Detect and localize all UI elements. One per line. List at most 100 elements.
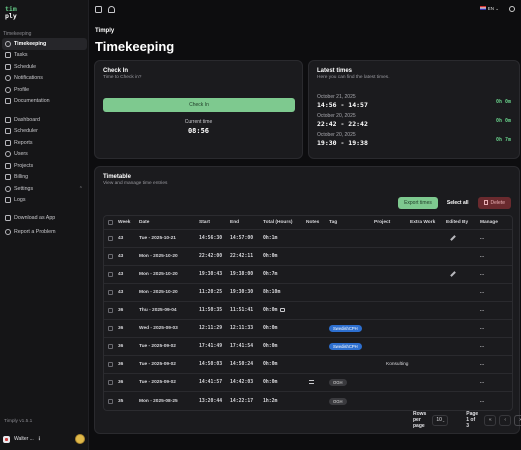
column-header-date[interactable]: Date: [139, 220, 149, 225]
previous-page-button[interactable]: ‹: [499, 414, 512, 426]
table-row[interactable]: 35 Mon - 2025-08-25 13:20:44 14:22:17 1h…: [104, 392, 512, 410]
row-checkbox[interactable]: [108, 380, 113, 385]
table-row[interactable]: 36 Tue - 2025-09-02 14:41:57 14:42:03 0h…: [104, 374, 512, 392]
select-all-button[interactable]: Select all: [443, 197, 473, 209]
alert-icon: [5, 229, 11, 236]
column-header-manage[interactable]: Manage: [480, 220, 498, 225]
sidebar-item-billing[interactable]: Billing: [2, 172, 87, 184]
sidebar-item-notifications[interactable]: Notifications: [2, 73, 87, 85]
sidebar-item-projects[interactable]: Projects: [2, 160, 87, 172]
rows-per-page-select[interactable]: 10 ⌄: [432, 414, 449, 426]
manage-menu-button[interactable]: ...: [480, 254, 484, 259]
column-header-total[interactable]: Total (Hours): [263, 220, 293, 225]
start-cell: 13:20:44: [199, 398, 223, 404]
rows-per-page-label: Rows per page: [413, 411, 427, 429]
language-selector[interactable]: EN ⌄: [479, 6, 499, 12]
column-header-project[interactable]: Project: [374, 220, 390, 225]
row-checkbox[interactable]: [108, 344, 113, 349]
table-row[interactable]: 36 Tue - 2025-09-02 14:50:03 14:50:24 0h…: [104, 356, 512, 374]
next-page-button[interactable]: ›: [514, 414, 521, 426]
manage-menu-button[interactable]: ...: [480, 326, 484, 331]
manage-menu-button[interactable]: ...: [480, 380, 484, 385]
column-header-extra-work[interactable]: Extra Work: [410, 220, 435, 225]
total-cell: 1h:2m: [263, 398, 278, 404]
sidebar-item-tasks[interactable]: Tasks: [2, 50, 87, 62]
manage-menu-button[interactable]: ...: [480, 308, 484, 313]
brand-name: Timply: [95, 28, 115, 34]
timply-logo[interactable]: tim ply: [5, 6, 19, 20]
column-header-start[interactable]: Start: [199, 220, 210, 225]
pencil-icon[interactable]: [450, 235, 456, 241]
sidebar-item-label: Timekeeping: [14, 40, 47, 47]
pencil-icon[interactable]: [450, 271, 456, 277]
manage-menu-button[interactable]: ...: [480, 362, 484, 367]
delete-button[interactable]: Delete: [477, 197, 511, 209]
table-row[interactable]: 36 Tue - 2025-09-02 17:41:49 17:41:54 0h…: [104, 338, 512, 356]
user-menu[interactable]: Walter ... ⋮: [3, 433, 85, 445]
table-row[interactable]: 43 Mon - 2025-10-20 11:20:25 19:30:30 8h…: [104, 284, 512, 302]
sidebar-item-settings[interactable]: Settings ⌃: [2, 183, 87, 195]
total-cell: 0h:0m: [263, 362, 278, 367]
note-icon[interactable]: [309, 379, 314, 386]
start-cell: 14:50:03: [199, 362, 223, 367]
sidebar-item-schedule[interactable]: Schedule: [2, 61, 87, 73]
manage-menu-button[interactable]: ...: [480, 272, 484, 277]
row-checkbox[interactable]: [108, 362, 113, 367]
theme-toggle-icon[interactable]: [509, 6, 515, 12]
sidebar-section-label: Timekeeping: [3, 31, 32, 37]
column-header-edited-by[interactable]: Edited By: [446, 220, 468, 225]
column-header-week[interactable]: Week: [118, 220, 130, 225]
bell-icon[interactable]: [108, 5, 115, 13]
sidebar-item-documentation[interactable]: Documentation: [2, 96, 87, 108]
sidebar-item-scheduler[interactable]: Scheduler: [2, 126, 87, 138]
sidebar: tim ply Timekeeping Timekeeping Tasks Sc…: [0, 0, 89, 450]
manage-menu-button[interactable]: ...: [480, 344, 484, 349]
table-row[interactable]: 36 Thu - 2025-09-04 11:50:35 11:51:41 0h…: [104, 302, 512, 320]
sidebar-item-timekeeping[interactable]: Timekeeping: [2, 38, 87, 50]
table-row[interactable]: 43 Mon - 2025-10-20 22:42:00 22:42:11 0h…: [104, 248, 512, 266]
page-title: Timekeeping: [95, 39, 175, 54]
week-cell: 43: [118, 272, 124, 277]
sidebar-item-logs[interactable]: Logs: [2, 195, 87, 207]
row-checkbox[interactable]: [108, 254, 113, 259]
check-in-button[interactable]: Check In: [103, 98, 295, 112]
column-header-tag[interactable]: Tag: [329, 220, 337, 225]
row-checkbox[interactable]: [108, 326, 113, 331]
sidebar-toggle-icon[interactable]: [95, 5, 102, 13]
export-times-button[interactable]: Export times: [398, 197, 438, 209]
latest-time-date: October 21, 2025: [317, 94, 356, 100]
table-row[interactable]: 43 Tue - 2025-10-21 14:56:30 14:57:00 0h…: [104, 230, 512, 248]
manage-menu-button[interactable]: ...: [480, 290, 484, 295]
file-icon: [5, 197, 11, 204]
column-header-notes[interactable]: Notes: [306, 220, 319, 225]
date-cell: Tue - 2025-09-02: [139, 362, 176, 367]
sidebar-item-label: Notifications: [14, 75, 43, 82]
sidebar-item-label: Profile: [14, 86, 30, 93]
sidebar-item-profile[interactable]: Profile: [2, 84, 87, 96]
sidebar-item-report-problem[interactable]: Report a Problem: [2, 227, 87, 239]
first-page-button[interactable]: «: [484, 414, 497, 426]
user-avatar[interactable]: [75, 434, 85, 444]
table-row[interactable]: 43 Mon - 2025-10-20 19:30:43 19:38:00 0h…: [104, 266, 512, 284]
bell-icon: [5, 75, 11, 82]
row-checkbox[interactable]: [108, 308, 113, 313]
manage-menu-button[interactable]: ...: [480, 236, 484, 241]
row-checkbox[interactable]: [108, 236, 113, 241]
sidebar-item-users[interactable]: Users: [2, 149, 87, 161]
select-all-checkbox[interactable]: [108, 220, 113, 225]
sidebar-item-dashboard[interactable]: Dashboard: [2, 114, 87, 126]
tag-badge: OGH: [329, 379, 347, 386]
comment-icon[interactable]: [280, 308, 286, 312]
clock-icon: [5, 40, 11, 47]
row-checkbox[interactable]: [108, 272, 113, 277]
column-header-end[interactable]: End: [230, 220, 239, 225]
manage-menu-button[interactable]: ...: [480, 399, 484, 404]
start-cell: 22:42:00: [199, 254, 223, 259]
row-checkbox[interactable]: [108, 290, 113, 295]
row-checkbox[interactable]: [108, 398, 113, 404]
sidebar-item-reports[interactable]: Reports: [2, 137, 87, 149]
table-row[interactable]: 36 Wed - 2025-09-03 12:11:29 12:11:33 0h…: [104, 320, 512, 338]
chevron-updown-icon: ⌃: [78, 185, 83, 192]
sidebar-item-download-app[interactable]: Download as App: [2, 212, 87, 224]
end-cell: 17:41:54: [230, 344, 254, 349]
